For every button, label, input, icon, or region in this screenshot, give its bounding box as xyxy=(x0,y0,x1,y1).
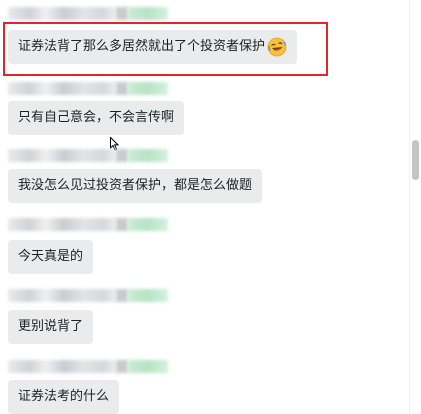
vertical-scrollbar[interactable] xyxy=(409,0,421,414)
sender-name-redacted xyxy=(8,289,168,302)
sender-name-redacted xyxy=(8,360,168,373)
message-bubble[interactable]: 更别说背了 xyxy=(8,310,94,344)
message-text: 今天真是的 xyxy=(18,249,84,264)
sender-name-redacted xyxy=(8,218,168,231)
message-bubble[interactable]: 我没怎么见过投资者保护，都是怎么做题 xyxy=(8,169,263,203)
rolling-on-floor-laughing-icon xyxy=(267,37,287,57)
sender-name-redacted xyxy=(8,149,168,162)
message-text: 证券法背了那么多居然就出了个投资者保护 xyxy=(18,39,266,54)
message-text: 只有自己意会，不会言传啊 xyxy=(18,110,175,125)
message-text: 证券法考的什么 xyxy=(18,389,110,404)
message-bubble[interactable]: 证券法背了那么多居然就出了个投资者保护 xyxy=(8,30,298,64)
sender-name-redacted xyxy=(8,82,168,95)
message-bubble[interactable]: 今天真是的 xyxy=(8,240,94,274)
message-text: 我没怎么见过投资者保护，都是怎么做题 xyxy=(18,178,253,193)
sender-name-redacted xyxy=(8,7,168,20)
scrollbar-thumb[interactable] xyxy=(412,140,419,180)
message-bubble[interactable]: 只有自己意会，不会言传啊 xyxy=(8,101,185,135)
chat-message-list: 证券法背了那么多居然就出了个投资者保护 只有自己意会，不会言传啊 我没怎么见过投… xyxy=(0,0,410,414)
message-text: 更别说背了 xyxy=(18,319,84,334)
message-bubble[interactable]: 证券法考的什么 xyxy=(8,380,120,414)
